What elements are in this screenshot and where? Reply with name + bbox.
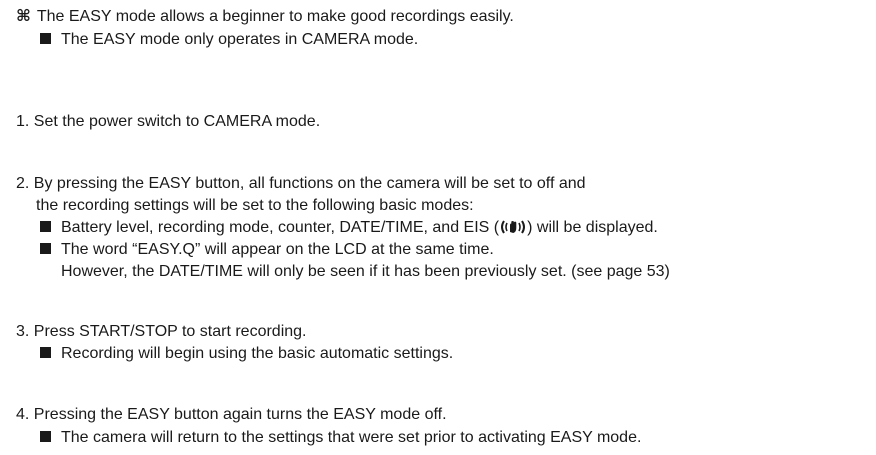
bullet-text-after-icon: ) will be displayed. <box>527 219 658 236</box>
step-text-line-2: the recording settings will be set to th… <box>36 197 474 214</box>
bullet-text-line-2: However, the DATE/TIME will only be seen… <box>61 263 670 280</box>
step-4: 4. Pressing the EASY button again turns … <box>16 405 447 425</box>
bullet-square-icon <box>40 431 51 442</box>
step-2-bullet-2: The word “EASY.Q” will appear on the LCD… <box>40 240 494 260</box>
step-number: 3. <box>16 323 30 340</box>
bullet-text: Recording will begin using the basic aut… <box>61 345 454 362</box>
bullet-text-before-icon: Battery level, recording mode, counter, … <box>61 219 500 236</box>
step-number: 1. <box>16 113 30 130</box>
step-3-bullet: Recording will begin using the basic aut… <box>40 344 453 364</box>
note-symbol-icon: ⌘ <box>16 8 31 25</box>
bullet-square-icon <box>40 243 51 254</box>
step-2: 2. By pressing the EASY button, all func… <box>16 174 586 194</box>
intro-note: ⌘ The EASY mode allows a beginner to make… <box>16 7 514 27</box>
bullet-square-icon <box>40 221 51 232</box>
step-number: 2. <box>16 175 30 192</box>
step-3: 3. Press START/STOP to start recording. <box>16 322 306 342</box>
step-4-bullet: The camera will return to the settings t… <box>40 428 641 448</box>
step-1: 1. Set the power switch to CAMERA mode. <box>16 112 320 132</box>
step-text: Press START/STOP to start recording. <box>33 323 307 340</box>
bullet-square-icon <box>40 347 51 358</box>
intro-note-text: The EASY mode allows a beginner to make … <box>36 8 514 25</box>
step-2-bullet-2-continuation: However, the DATE/TIME will only be seen… <box>61 262 670 282</box>
bullet-text-line-1: The word “EASY.Q” will appear on the LCD… <box>61 241 494 258</box>
intro-sub-bullet: The EASY mode only operates in CAMERA mo… <box>40 30 418 50</box>
intro-sub-bullet-text: The EASY mode only operates in CAMERA mo… <box>61 31 419 48</box>
manual-page: ⌘ The EASY mode allows a beginner to make… <box>0 0 876 455</box>
step-text-line-1: By pressing the EASY button, all functio… <box>33 175 586 192</box>
step-text: Set the power switch to CAMERA mode. <box>33 113 321 130</box>
step-text: Pressing the EASY button again turns the… <box>33 406 447 423</box>
step-2-continuation: the recording settings will be set to th… <box>36 196 474 216</box>
eis-hand-shake-icon <box>499 219 527 241</box>
step-number: 4. <box>16 406 30 423</box>
bullet-text: The camera will return to the settings t… <box>61 429 642 446</box>
bullet-square-icon <box>40 33 51 44</box>
step-2-bullet-1: Battery level, recording mode, counter, … <box>40 218 658 241</box>
